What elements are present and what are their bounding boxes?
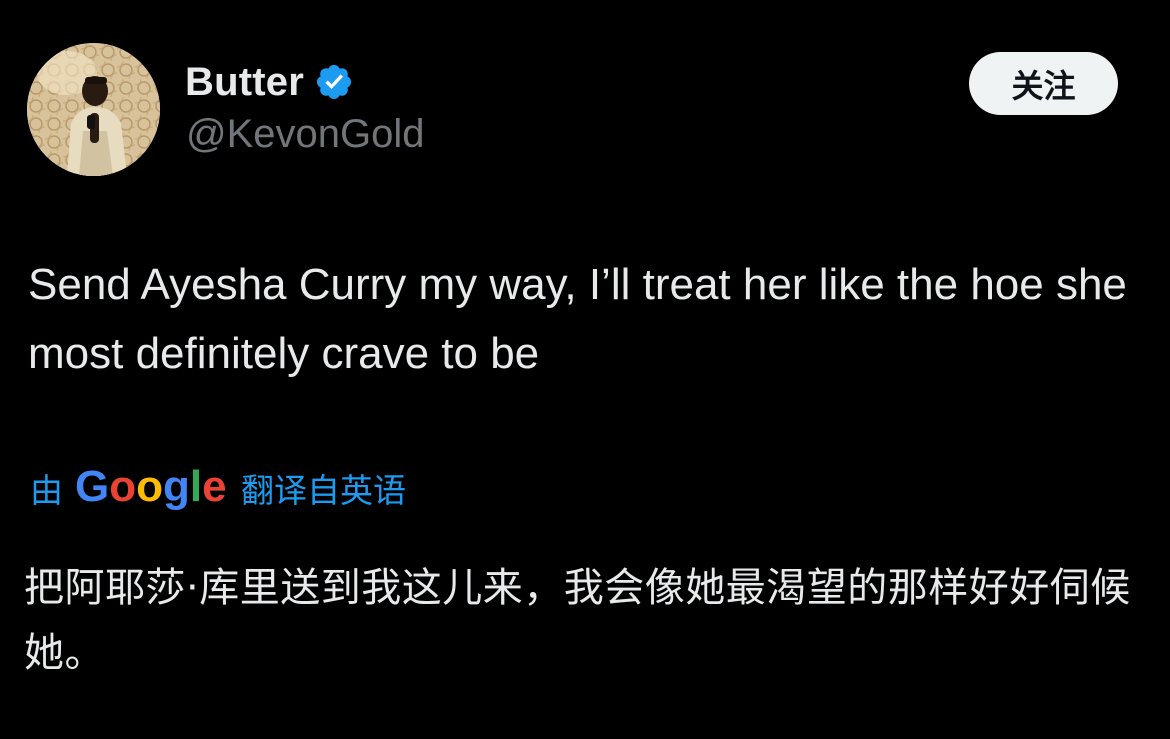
follow-button[interactable]: 关注 — [969, 52, 1118, 115]
verified-badge-icon — [314, 62, 354, 102]
avatar-image — [27, 43, 160, 176]
translation-attribution[interactable]: 由 Google 翻译自英语 — [30, 458, 406, 518]
google-logo: Google — [75, 458, 229, 518]
author-name-row[interactable]: Butter — [185, 58, 354, 106]
translation-suffix: 翻译自英语 — [241, 471, 406, 510]
avatar[interactable] — [27, 43, 160, 176]
google-logo-text: Google — [75, 462, 227, 511]
translated-text: 把阿耶莎·库里送到我这儿来，我会像她最渴望的那样好好伺候她。 — [24, 565, 1131, 676]
tweet-text: Send Ayesha Curry my way, I’ll treat her… — [28, 260, 1127, 378]
translation-prefix: 由 — [30, 471, 63, 510]
tweet: Butter @KevonGold 关注 Send Ayesha Curry m… — [0, 0, 1170, 739]
display-name[interactable]: Butter — [185, 60, 304, 105]
author-handle[interactable]: @KevonGold — [186, 112, 425, 157]
